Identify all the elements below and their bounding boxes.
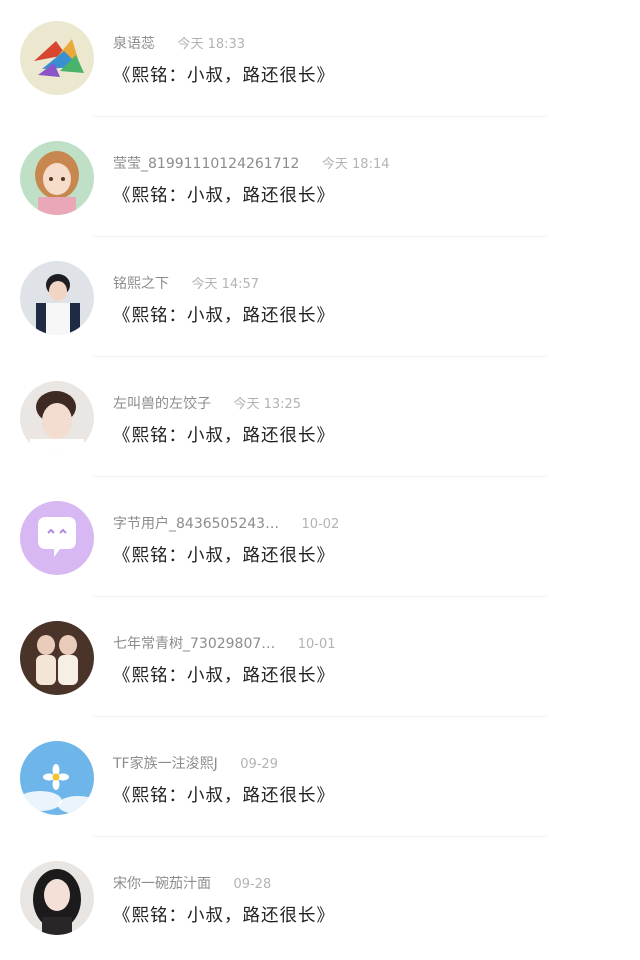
username[interactable]: 宋你一碗茄汁面 xyxy=(113,876,211,892)
comment-text: 《熙铭：小叔，路还很长》 xyxy=(113,186,335,206)
comment-text: 《熙铭：小叔，路还很长》 xyxy=(113,306,335,326)
chat-bubble-avatar-icon[interactable] xyxy=(20,501,94,575)
flower-sky-avatar-icon[interactable] xyxy=(20,741,94,815)
comment-text: 《熙铭：小叔，路还很长》 xyxy=(113,546,335,566)
anime-girl-avatar-icon[interactable] xyxy=(20,141,94,215)
comment-text: 《熙铭：小叔，路还很长》 xyxy=(113,666,335,686)
timestamp: 10-01 xyxy=(297,637,336,652)
timestamp: 09-28 xyxy=(233,877,272,892)
divider xyxy=(93,596,547,597)
group-photo-avatar-icon[interactable] xyxy=(20,621,94,695)
divider xyxy=(93,116,547,117)
comment-item[interactable]: 字节用户_8436505243… 10-02 《熙铭：小叔，路还很长》 xyxy=(0,480,640,600)
timestamp: 今天 18:33 xyxy=(177,37,246,52)
comment-item[interactable]: 铭熙之下 今天 14:57 《熙铭：小叔，路还很长》 xyxy=(0,240,640,360)
username[interactable]: 泉语蕊 xyxy=(113,36,155,52)
comment-item[interactable]: 泉语蕊 今天 18:33 《熙铭：小叔，路还很长》 xyxy=(0,0,640,120)
divider xyxy=(93,716,547,717)
comment-text: 《熙铭：小叔，路还很长》 xyxy=(113,426,335,446)
comment-item[interactable]: 宋你一碗茄汁面 09-28 《熙铭：小叔，路还很长》 xyxy=(0,840,640,960)
boy-portrait-avatar-icon[interactable] xyxy=(20,261,94,335)
girl-portrait-avatar-icon[interactable] xyxy=(20,861,94,935)
comment-meta: TF家族一注浚熙J 09-29 xyxy=(113,753,278,773)
comment-item[interactable]: TF家族一注浚熙J 09-29 《熙铭：小叔，路还很长》 xyxy=(0,720,640,840)
username[interactable]: 莹莹_81991110124261712 xyxy=(113,156,299,172)
timestamp: 今天 14:57 xyxy=(191,277,260,292)
comment-item[interactable]: 七年常青树_73029807… 10-01 《熙铭：小叔，路还很长》 xyxy=(0,600,640,720)
divider xyxy=(93,236,547,237)
username[interactable]: TF家族一注浚熙J xyxy=(113,756,218,772)
paper-crane-avatar-icon[interactable] xyxy=(20,21,94,95)
timestamp: 09-29 xyxy=(240,757,278,772)
timestamp: 10-02 xyxy=(301,517,340,532)
username[interactable]: 七年常青树_73029807… xyxy=(113,636,275,652)
divider xyxy=(93,836,547,837)
comment-meta: 字节用户_8436505243… 10-02 xyxy=(113,513,339,533)
username[interactable]: 铭熙之下 xyxy=(113,276,169,292)
comment-meta: 七年常青树_73029807… 10-01 xyxy=(113,633,336,653)
timestamp: 今天 18:14 xyxy=(321,157,390,172)
username[interactable]: 字节用户_8436505243… xyxy=(113,516,279,532)
comment-item[interactable]: 莹莹_81991110124261712 今天 18:14 《熙铭：小叔，路还很… xyxy=(0,120,640,240)
comment-text: 《熙铭：小叔，路还很长》 xyxy=(113,906,335,926)
comment-item[interactable]: 左叫兽的左饺子 今天 13:25 《熙铭：小叔，路还很长》 xyxy=(0,360,640,480)
boy-face-avatar-icon[interactable] xyxy=(20,381,94,455)
divider xyxy=(93,476,547,477)
timestamp: 今天 13:25 xyxy=(233,397,302,412)
comment-meta: 泉语蕊 今天 18:33 xyxy=(113,33,245,53)
comment-meta: 宋你一碗茄汁面 09-28 xyxy=(113,873,271,893)
divider xyxy=(93,356,547,357)
comment-text: 《熙铭：小叔，路还很长》 xyxy=(113,786,335,806)
comment-list: 泉语蕊 今天 18:33 《熙铭：小叔，路还很长》 莹莹_81991110124… xyxy=(0,0,640,942)
comment-meta: 莹莹_81991110124261712 今天 18:14 xyxy=(113,153,390,173)
username[interactable]: 左叫兽的左饺子 xyxy=(113,396,211,412)
comment-meta: 左叫兽的左饺子 今天 13:25 xyxy=(113,393,301,413)
comment-meta: 铭熙之下 今天 14:57 xyxy=(113,273,259,293)
comment-text: 《熙铭：小叔，路还很长》 xyxy=(113,66,335,86)
